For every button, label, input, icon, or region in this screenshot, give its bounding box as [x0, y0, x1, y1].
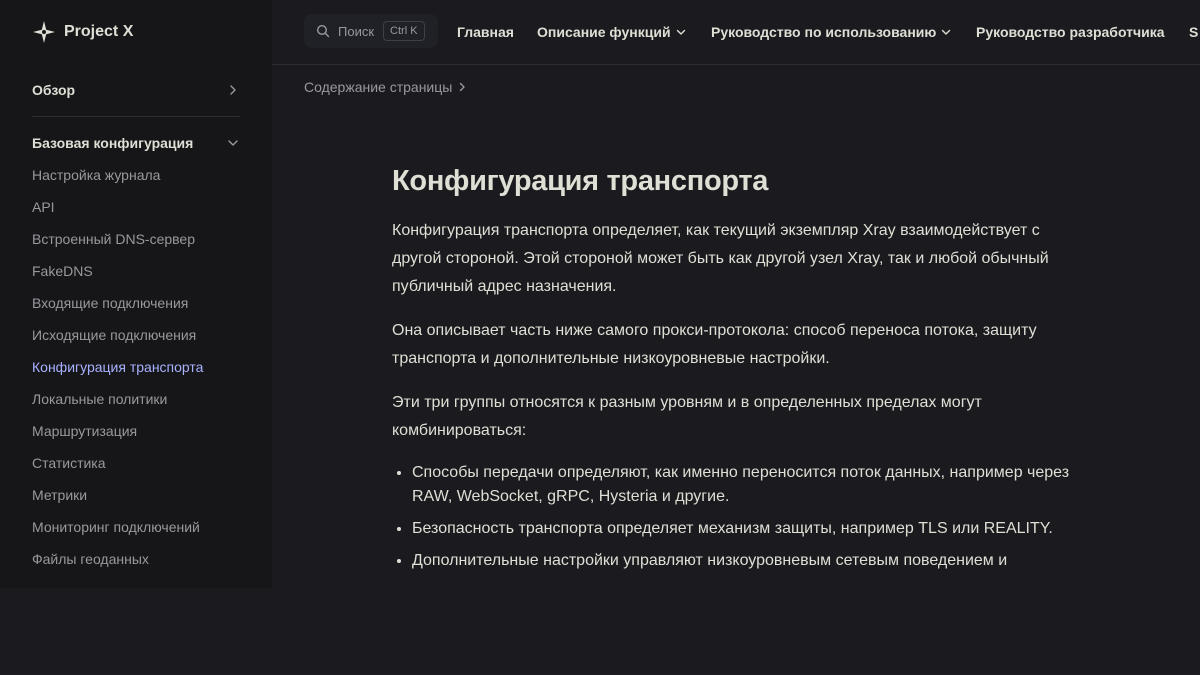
- brand[interactable]: Project X: [32, 20, 133, 44]
- paragraph: Она описывает часть ниже самого прокси-п…: [392, 322, 1037, 367]
- search-button[interactable]: Поиск Ctrl K: [304, 14, 438, 48]
- bullet-list: Способы передачи определяют, как именно …: [392, 461, 1082, 573]
- nav-usage-guide-label: Руководство по использованию: [711, 24, 937, 40]
- sidebar-item-overview[interactable]: Обзор: [32, 80, 240, 100]
- list-item: Безопасность транспорта определяет механ…: [412, 517, 1082, 541]
- sidebar-item[interactable]: Входящие подключения: [32, 287, 252, 319]
- list-item: Дополнительные настройки управляют низко…: [412, 549, 1082, 573]
- sidebar-item[interactable]: FakeDNS: [32, 255, 252, 287]
- chevron-right-icon: [226, 83, 240, 97]
- chevron-down-icon: [675, 26, 687, 38]
- nav-dev-guide[interactable]: Руководство разработчика: [976, 22, 1165, 42]
- sidebar-item[interactable]: Файлы геоданных: [32, 543, 252, 575]
- paragraph: Эти три группы относятся к разным уровня…: [392, 394, 982, 439]
- local-nav: Содержание страницы: [272, 64, 1200, 112]
- chevron-right-icon: [456, 81, 468, 93]
- sidebar-divider: [32, 116, 240, 117]
- sidebar-item-active[interactable]: Конфигурация транспорта: [32, 351, 252, 383]
- sidebar-item[interactable]: Настройка журнала: [32, 159, 252, 191]
- nav-features-label: Описание функций: [537, 24, 671, 40]
- sidebar-item[interactable]: Встроенный DNS-сервер: [32, 223, 252, 255]
- search-shortcut: Ctrl K: [383, 21, 425, 41]
- brand-name: Project X: [64, 23, 134, 40]
- top-nav: Поиск Ctrl K Главная Описание функций Ру…: [272, 0, 1200, 64]
- sidebar-item[interactable]: Статистика: [32, 447, 252, 479]
- chevron-down-icon: [226, 136, 240, 150]
- sidebar-item[interactable]: Исходящие подключения: [32, 319, 252, 351]
- nav-truncated-label: S: [1189, 24, 1199, 40]
- nav-dev-guide-label: Руководство разработчика: [976, 24, 1165, 40]
- search-icon: [316, 24, 330, 38]
- sidebar: Project X Обзор Базовая конфигурация Нас…: [0, 0, 272, 588]
- page-bottom: [0, 588, 1200, 675]
- nav-usage-guide[interactable]: Руководство по использованию: [711, 22, 952, 42]
- nav-home-label: Главная: [457, 24, 514, 40]
- sidebar-item[interactable]: Мониторинг подключений: [32, 511, 252, 543]
- toc-button[interactable]: Содержание страницы: [304, 79, 468, 95]
- nav-features[interactable]: Описание функций: [537, 22, 687, 42]
- nav-home[interactable]: Главная: [457, 22, 514, 42]
- nav-truncated[interactable]: S: [1189, 22, 1198, 42]
- list-item: Способы передачи определяют, как именно …: [412, 461, 1082, 509]
- sidebar-items: Настройка журнала API Встроенный DNS-сер…: [32, 159, 252, 575]
- sidebar-group-base-config[interactable]: Базовая конфигурация: [32, 133, 240, 153]
- search-placeholder: Поиск: [338, 23, 375, 39]
- sidebar-item[interactable]: Маршрутизация: [32, 415, 252, 447]
- toc-label: Содержание страницы: [304, 79, 453, 95]
- sidebar-item[interactable]: Локальные политики: [32, 383, 252, 415]
- sparkle-icon: [32, 20, 56, 44]
- chevron-down-icon: [940, 26, 952, 38]
- page-title: Конфигурация транспорта: [392, 165, 769, 197]
- sidebar-item[interactable]: API: [32, 191, 252, 223]
- paragraph: Конфигурация транспорта определяет, как …: [392, 222, 1049, 295]
- sidebar-item-overview-label: Обзор: [32, 82, 76, 98]
- sidebar-group-label: Базовая конфигурация: [32, 135, 194, 151]
- main-content: Конфигурация транспорта Конфигурация тра…: [272, 111, 1200, 588]
- sidebar-item[interactable]: Метрики: [32, 479, 252, 511]
- article: Конфигурация транспорта Конфигурация тра…: [392, 161, 1082, 581]
